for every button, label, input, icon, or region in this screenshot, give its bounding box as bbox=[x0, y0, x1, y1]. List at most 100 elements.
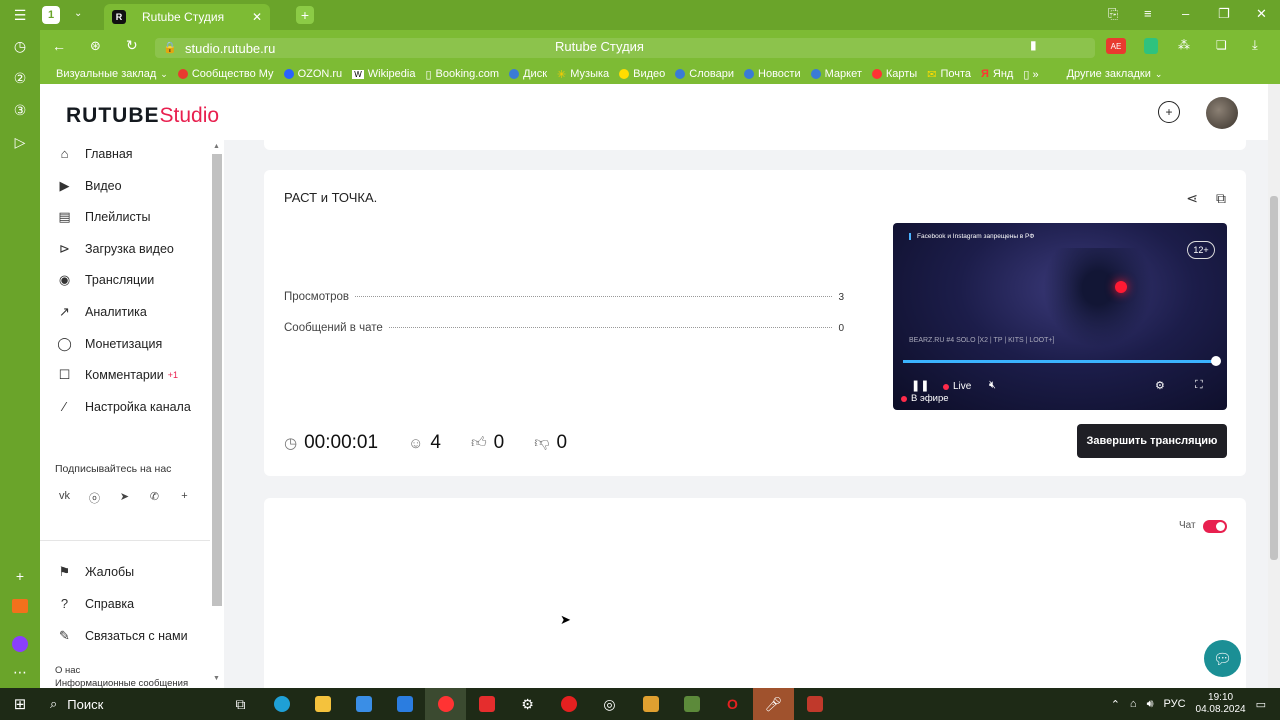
ok-icon[interactable]: ⓞ bbox=[88, 490, 101, 506]
bookmark-item[interactable]: Я Янд bbox=[981, 68, 1013, 80]
edge-icon[interactable] bbox=[261, 688, 302, 720]
fullscreen-icon[interactable]: ⛶ bbox=[1195, 379, 1203, 392]
rust-icon[interactable] bbox=[794, 688, 835, 720]
sidebar-item-comments[interactable]: ☐ Комментарии +1 bbox=[56, 366, 178, 383]
support-chat-button[interactable]: 💬︎ bbox=[1204, 640, 1241, 677]
tab-count-badge[interactable]: 1 bbox=[42, 6, 60, 24]
close-window-icon[interactable]: ✕ bbox=[1256, 6, 1267, 22]
bookmarks-panel-icon[interactable]: ⎘ bbox=[1108, 6, 1118, 22]
mute-icon[interactable]: 🔇︎ bbox=[989, 379, 996, 392]
bookmark-item[interactable]: Видео bbox=[619, 68, 665, 80]
stream-player[interactable]: Facebook и Instagram запрещены в РФ 12+ … bbox=[893, 223, 1227, 410]
browser-menu-icon[interactable]: ☰ bbox=[0, 0, 40, 30]
microphone-icon[interactable]: 🎤︎ bbox=[753, 688, 794, 720]
volume-icon[interactable]: 🔊︎ bbox=[1147, 698, 1154, 711]
workspace-3-icon[interactable]: ③ bbox=[0, 94, 40, 126]
minecraft-icon[interactable] bbox=[671, 688, 712, 720]
workspace-2-icon[interactable]: ② bbox=[0, 62, 40, 94]
bookmark-overflow[interactable]: ▯ » bbox=[1023, 68, 1038, 81]
sidebar-item-analytics[interactable]: ↗ Аналитика bbox=[56, 303, 147, 320]
task-view-icon[interactable]: ⧉ bbox=[220, 688, 261, 720]
collections-icon[interactable]: ❏ bbox=[1216, 38, 1227, 52]
network-icon[interactable]: ⌂ bbox=[1130, 698, 1137, 710]
windows-start-icon[interactable]: ⊞ bbox=[0, 688, 40, 720]
apps-icon[interactable]: ⁂ bbox=[1178, 38, 1190, 52]
sidebar-item-home[interactable]: ⌂ Главная bbox=[56, 145, 133, 162]
bookmark-item[interactable]: Новости bbox=[744, 68, 801, 80]
bookmark-item[interactable]: Визуальные заклад ⌄ bbox=[56, 68, 168, 80]
bookmark-item[interactable]: Словари bbox=[675, 68, 734, 80]
language-indicator[interactable]: РУС bbox=[1164, 698, 1186, 710]
progress-knob[interactable] bbox=[1211, 356, 1221, 366]
sidebar-item-contact[interactable]: ✎ Связаться с нами bbox=[56, 627, 188, 644]
player-progress[interactable] bbox=[903, 360, 1217, 363]
store-icon[interactable] bbox=[343, 688, 384, 720]
bookmark-item[interactable]: OZON.ru bbox=[283, 68, 342, 80]
sidebar-item-monetization[interactable]: ◯ Монетизация bbox=[56, 335, 162, 352]
sidebar-item-broadcasts[interactable]: ◉ Трансляции bbox=[56, 271, 154, 288]
bookmark-item[interactable]: Карты bbox=[871, 68, 917, 80]
taskbar-search[interactable]: ⌕ Поиск bbox=[40, 688, 220, 720]
vk-icon[interactable]: vk bbox=[58, 490, 71, 506]
main-scroll-thumb[interactable] bbox=[1270, 196, 1278, 560]
bookmark-item[interactable]: W Wikipedia bbox=[352, 68, 415, 80]
explorer-icon[interactable] bbox=[302, 688, 343, 720]
main-scrollbar[interactable] bbox=[1268, 84, 1280, 688]
add-panel-icon[interactable]: + bbox=[0, 560, 40, 592]
clock[interactable]: 19:10 04.08.2024 bbox=[1196, 692, 1246, 716]
sidebar-item-channel-settings[interactable]: ⁄ Настройка канала bbox=[56, 398, 190, 415]
rutube-studio-logo[interactable]: RUTUBEStudio bbox=[66, 104, 219, 128]
yandex-protect-icon[interactable]: ⊛ bbox=[90, 38, 101, 54]
scroll-down-icon[interactable]: ▼ bbox=[213, 675, 220, 682]
bookmark-item[interactable]: Сообщество Му bbox=[177, 68, 274, 80]
about-link[interactable]: О нас bbox=[55, 665, 80, 676]
share-icon[interactable]: ⋖ bbox=[1186, 190, 1198, 207]
record-icon[interactable] bbox=[548, 688, 589, 720]
settings-gear-icon[interactable]: ⚙ bbox=[1155, 379, 1165, 392]
sidebar-item-video[interactable]: ▶ Видео bbox=[56, 177, 122, 194]
sidebar-scroll-thumb[interactable] bbox=[212, 154, 222, 606]
player-icon[interactable]: ▷ bbox=[0, 126, 40, 158]
minimize-icon[interactable]: – bbox=[1182, 6, 1189, 21]
add-content-button[interactable]: + bbox=[1158, 101, 1180, 123]
bookmark-item[interactable]: ▯ Booking.com bbox=[425, 68, 499, 81]
chat-toggle[interactable] bbox=[1203, 520, 1227, 533]
yandex-icon[interactable] bbox=[466, 688, 507, 720]
back-icon[interactable]: ← bbox=[52, 38, 66, 54]
game-icon[interactable] bbox=[630, 688, 671, 720]
end-stream-button[interactable]: Завершить трансляцию bbox=[1077, 424, 1227, 458]
browser-menu-icon[interactable]: ≡ bbox=[1144, 6, 1152, 21]
extension-icon[interactable] bbox=[1144, 38, 1158, 54]
extensions-icon[interactable]: AE bbox=[1106, 38, 1126, 54]
tray-chevron-icon[interactable]: ⌃ bbox=[1111, 698, 1120, 711]
notifications-icon[interactable]: ▭ bbox=[1256, 698, 1266, 711]
tab-rutube-studio[interactable]: R Rutube Студия ✕ bbox=[104, 4, 270, 30]
close-tab-icon[interactable]: ✕ bbox=[252, 10, 262, 24]
live-label[interactable]: Live bbox=[953, 381, 971, 392]
mail-icon[interactable] bbox=[384, 688, 425, 720]
reload-icon[interactable]: ↻ bbox=[126, 37, 138, 54]
info-messages-link[interactable]: Информационные сообщения bbox=[55, 678, 188, 688]
sidebar-item-help[interactable]: ? Справка bbox=[56, 595, 134, 612]
steam-icon[interactable]: ◎ bbox=[589, 688, 630, 720]
sidebar-item-playlists[interactable]: ▤ Плейлисты bbox=[56, 208, 150, 225]
settings-icon[interactable]: ⚙ bbox=[507, 688, 548, 720]
restore-icon[interactable]: ❐ bbox=[1218, 6, 1230, 22]
new-tab-icon[interactable]: + bbox=[296, 6, 314, 24]
bookmark-item[interactable]: Маркет bbox=[810, 68, 862, 80]
bookmark-page-icon[interactable]: ▮ bbox=[1030, 38, 1037, 52]
more-icon[interactable]: ⋯ bbox=[0, 656, 40, 688]
sidebar-item-upload[interactable]: ⊳ Загрузка видео bbox=[56, 240, 174, 257]
bookmark-item[interactable]: ✉ Почта bbox=[927, 68, 971, 81]
mail-app-icon[interactable] bbox=[0, 590, 40, 622]
chevron-down-icon[interactable]: ⌄ bbox=[74, 8, 82, 19]
bookmark-item[interactable]: Диск bbox=[509, 68, 547, 80]
sidebar-item-complaints[interactable]: ⚑ Жалобы bbox=[56, 563, 135, 580]
pause-icon[interactable]: ❚❚ bbox=[911, 379, 929, 392]
telegram-icon[interactable]: ➤ bbox=[118, 490, 131, 506]
avatar[interactable] bbox=[1206, 97, 1238, 129]
download-icon[interactable]: ⤓ bbox=[1252, 37, 1258, 53]
yandex-browser-icon[interactable] bbox=[425, 688, 466, 720]
scroll-up-icon[interactable]: ▲ bbox=[213, 143, 220, 150]
plus-icon[interactable]: + bbox=[178, 490, 191, 506]
